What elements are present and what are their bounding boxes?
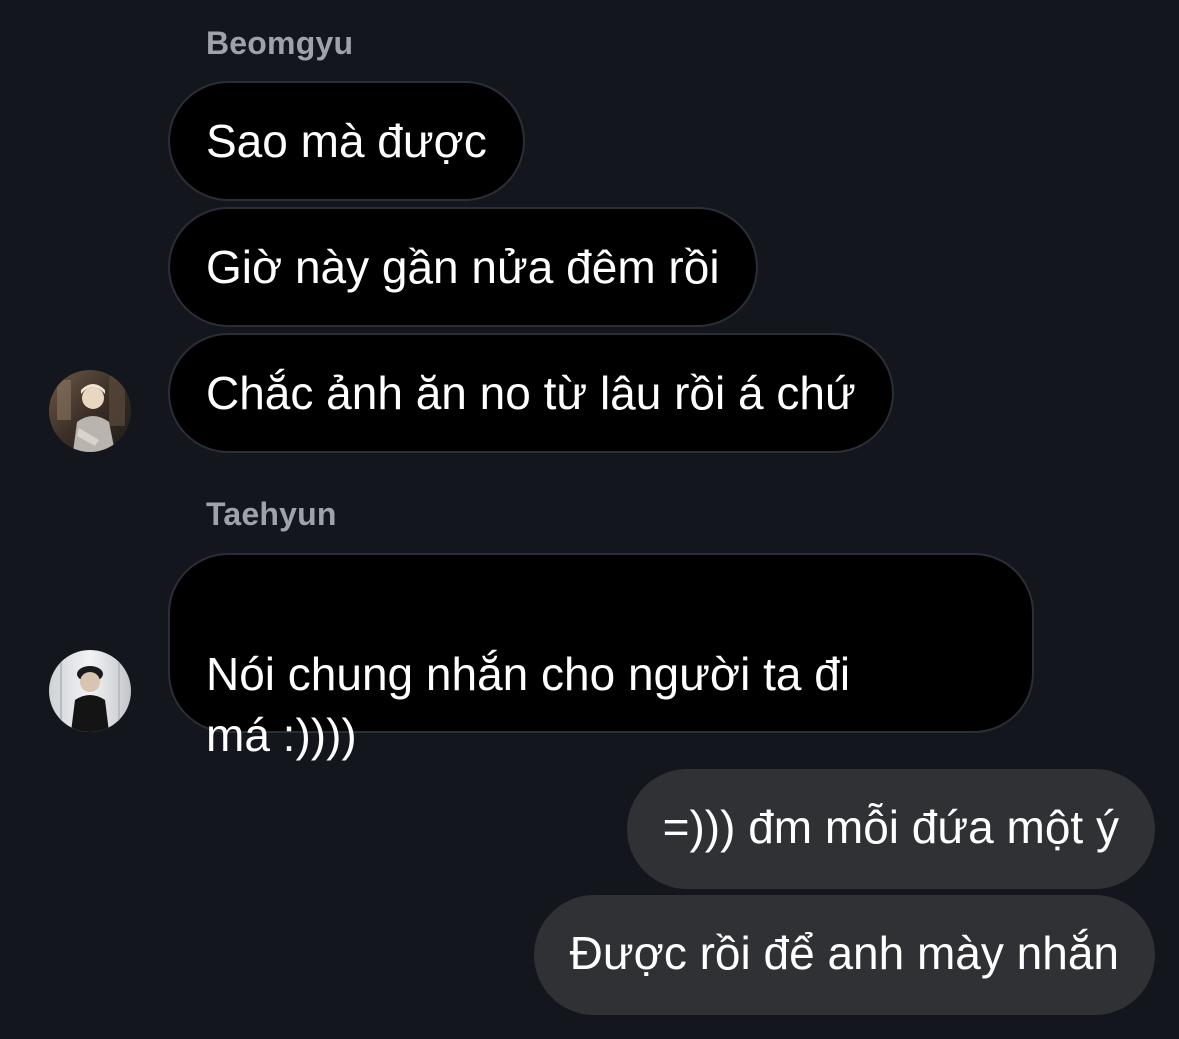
avatar-beomgyu[interactable] xyxy=(49,370,131,452)
sender-name-taehyun: Taehyun xyxy=(206,496,337,532)
person-photo-icon xyxy=(49,370,131,452)
message-text: Được rồi để anh mày nhắn xyxy=(569,927,1119,979)
message-text: Nói chung nhắn cho người ta đi má :)))) xyxy=(206,648,851,761)
message-text: Sao mà được xyxy=(206,115,487,167)
outgoing-message-bubble[interactable]: =))) đm mỗi đứa một ý xyxy=(626,769,1155,889)
message-text: Chắc ảnh ăn no từ lâu rồi á chứ xyxy=(206,367,856,419)
message-text: =))) đm mỗi đứa một ý xyxy=(662,801,1119,853)
message-bubble[interactable]: Giờ này gần nửa đêm rồi xyxy=(168,207,758,327)
outgoing-message-bubble[interactable]: Được rồi để anh mày nhắn xyxy=(533,895,1155,1015)
message-bubble[interactable]: Sao mà được xyxy=(168,81,525,201)
avatar-taehyun[interactable] xyxy=(49,650,131,732)
sender-name-beomgyu: Beomgyu xyxy=(206,25,354,61)
message-bubble[interactable]: Nói chung nhắn cho người ta đi má :)))) xyxy=(168,553,1034,761)
person-photo-icon xyxy=(49,650,131,732)
message-text: Giờ này gần nửa đêm rồi xyxy=(206,241,720,293)
message-bubble[interactable]: Chắc ảnh ăn no từ lâu rồi á chứ xyxy=(168,333,894,453)
